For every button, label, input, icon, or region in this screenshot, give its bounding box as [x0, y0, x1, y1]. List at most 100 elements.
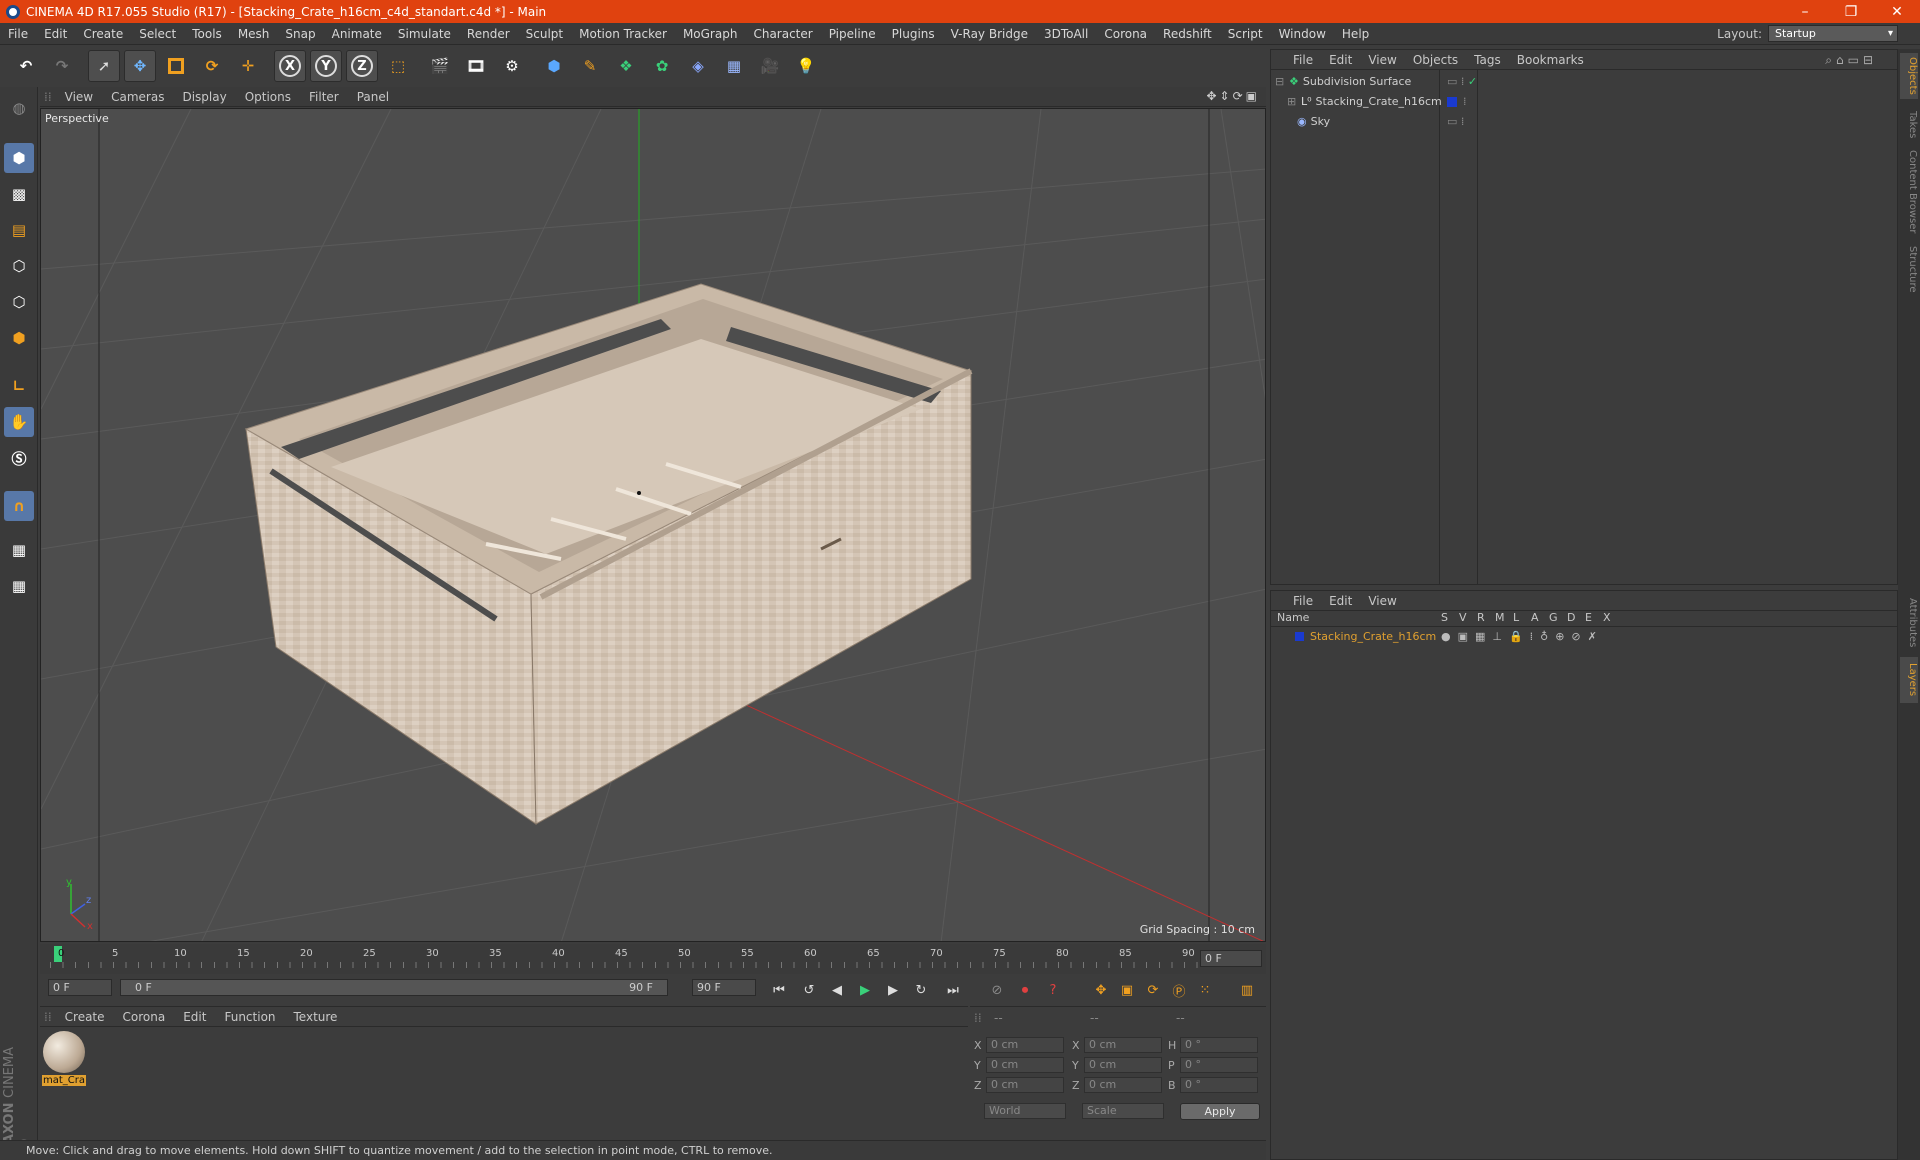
object-row[interactable]: ◉ Sky ▭ ⁞ [1271, 112, 1897, 131]
key-position-icon[interactable]: ✥ [1090, 979, 1112, 1001]
material-menu-function[interactable]: Function [215, 1010, 284, 1024]
locked-workplane-icon[interactable]: ▦ [4, 535, 34, 565]
layer-menu-edit[interactable]: Edit [1321, 594, 1360, 608]
viewport-nav-icons[interactable]: ✥⇕⟳▣ [1206, 89, 1260, 103]
viewport-menu-filter[interactable]: Filter [300, 90, 348, 104]
minimize-button[interactable]: – [1782, 0, 1828, 23]
viewport-menu-options[interactable]: Options [236, 90, 300, 104]
go-to-start-icon[interactable]: ⏮ [768, 979, 790, 1001]
menu-3dtoall[interactable]: 3DToAll [1036, 27, 1096, 41]
next-frame-icon[interactable]: ▶ [882, 979, 904, 1001]
rotation-h-field[interactable]: 0 ° [1180, 1037, 1258, 1053]
record-keys-icon[interactable]: ⊘ [986, 979, 1008, 1001]
camera-icon[interactable]: 🎥 [754, 50, 786, 82]
layer-menu-file[interactable]: File [1285, 594, 1321, 608]
material-menu-corona[interactable]: Corona [114, 1010, 175, 1024]
frame-range-slider[interactable]: 0 F 90 F [120, 979, 668, 996]
polygons-mode-icon[interactable]: ⬢ [4, 323, 34, 353]
subdivision-icon[interactable]: ❖ [610, 50, 642, 82]
object-menu-tags[interactable]: Tags [1466, 53, 1509, 67]
object-row[interactable]: ⊞ L⁰ Stacking_Crate_h16cm ⁞ [1271, 92, 1897, 111]
prev-key-icon[interactable]: ↺ [798, 979, 820, 1001]
pen-spline-icon[interactable]: ✎ [574, 50, 606, 82]
menu-snap[interactable]: Snap [277, 27, 323, 41]
current-frame-field[interactable]: 0 F [1200, 950, 1262, 967]
layer-color-swatch[interactable] [1295, 631, 1304, 641]
object-search-icon[interactable]: ⌕⌂▭⊟ [1825, 53, 1877, 68]
floor-icon[interactable]: ▦ [718, 50, 750, 82]
transform-icon[interactable]: ✛ [232, 50, 264, 82]
autokey-icon[interactable]: ⏺ [1014, 979, 1036, 1001]
apply-button[interactable]: Apply [1180, 1103, 1260, 1120]
layer-toggle-icons[interactable]: ●▣▦⊥🔒⁞♁⊕⊘✗ [1441, 630, 1604, 643]
undo-icon[interactable]: ↶ [10, 50, 42, 82]
coord-scale-select[interactable]: Scale [1082, 1103, 1164, 1119]
end-frame-field[interactable]: 90 F [692, 979, 756, 996]
key-rotation-icon[interactable]: ⟳ [1142, 979, 1164, 1001]
menu-render[interactable]: Render [459, 27, 518, 41]
redo-icon[interactable]: ↷ [46, 50, 78, 82]
play-icon[interactable]: ▶ [854, 979, 876, 1001]
menu-mesh[interactable]: Mesh [230, 27, 278, 41]
key-param-icon[interactable]: Ⓟ [1168, 979, 1190, 1001]
model-mode-icon[interactable]: ⬢ [4, 143, 34, 173]
tab-layers[interactable]: Layers [1900, 657, 1918, 703]
cloner-icon[interactable]: ✿ [646, 50, 678, 82]
make-editable-icon[interactable]: ◍ [4, 93, 34, 123]
menu-corona[interactable]: Corona [1096, 27, 1155, 41]
object-visibility-dots[interactable]: ▭ ⁞ ✓ [1447, 75, 1477, 88]
key-pla-icon[interactable]: ⁙ [1194, 979, 1216, 1001]
restore-button[interactable]: ❐ [1828, 0, 1874, 23]
viewport-menu-panel[interactable]: Panel [348, 90, 398, 104]
planar-workplane-icon[interactable]: ▦ [4, 571, 34, 601]
timeline[interactable]: 0 5 10 15 20 25 30 35 40 45 50 55 60 65 … [40, 944, 1266, 974]
object-menu-objects[interactable]: Objects [1405, 53, 1466, 67]
viewport-menu-display[interactable]: Display [173, 90, 235, 104]
layer-color-swatch[interactable] [1447, 96, 1457, 107]
menu-select[interactable]: Select [131, 27, 184, 41]
prev-frame-icon[interactable]: ◀ [826, 979, 848, 1001]
stacking-crate-model[interactable] [244, 283, 973, 825]
deformer-icon[interactable]: ◈ [682, 50, 714, 82]
size-z-field[interactable]: 0 cm [1084, 1077, 1162, 1093]
scale-icon[interactable] [160, 50, 192, 82]
3d-viewport[interactable]: Perspective y z x Grid Spacing : 10 cm [40, 108, 1266, 942]
y-axis-lock-icon[interactable]: Y [310, 50, 342, 82]
viewport-menu-view[interactable]: View [56, 90, 102, 104]
object-menu-bookmarks[interactable]: Bookmarks [1509, 53, 1592, 67]
edges-mode-icon[interactable]: ⬡ [4, 287, 34, 317]
layer-menu-view[interactable]: View [1360, 594, 1404, 608]
menu-motion-tracker[interactable]: Motion Tracker [571, 27, 675, 41]
menu-animate[interactable]: Animate [324, 27, 390, 41]
material-thumbnail[interactable]: mat_Cra [42, 1031, 86, 1089]
menu-vray-bridge[interactable]: V-Ray Bridge [943, 27, 1036, 41]
viewport-menu-cameras[interactable]: Cameras [102, 90, 173, 104]
snap-icon[interactable]: Ⓢ [4, 443, 34, 473]
render-settings-icon[interactable]: ⚙ [496, 50, 528, 82]
menu-help[interactable]: Help [1334, 27, 1377, 41]
render-view-icon[interactable]: 🎬 [424, 50, 456, 82]
position-z-field[interactable]: 0 cm [986, 1077, 1064, 1093]
menu-file[interactable]: File [0, 27, 36, 41]
menu-script[interactable]: Script [1220, 27, 1271, 41]
tab-content-browser[interactable]: Content Browser [1900, 149, 1918, 235]
next-key-icon[interactable]: ↻ [910, 979, 932, 1001]
object-row[interactable]: ⊟ ❖ Subdivision Surface ▭ ⁞ ✓ [1271, 72, 1897, 91]
texture-mode-icon[interactable]: ▩ [4, 179, 34, 209]
timeline-window-icon[interactable]: ▥ [1236, 979, 1258, 1001]
cube-icon[interactable]: ⬢ [538, 50, 570, 82]
light-icon[interactable]: 💡 [790, 50, 822, 82]
keyframe-selection-icon[interactable]: ? [1042, 979, 1064, 1001]
rotate-icon[interactable]: ⟳ [196, 50, 228, 82]
object-menu-view[interactable]: View [1360, 53, 1404, 67]
render-picture-viewer-icon[interactable]: 🎞 [460, 50, 492, 82]
key-scale-icon[interactable]: ▣ [1116, 979, 1138, 1001]
move-icon[interactable]: ✥ [124, 50, 156, 82]
size-x-field[interactable]: 0 cm [1084, 1037, 1162, 1053]
material-menu-create[interactable]: Create [56, 1010, 114, 1024]
coordinate-system-icon[interactable]: ⬚ [382, 50, 414, 82]
layout-select[interactable]: Startup [1768, 25, 1898, 42]
object-menu-file[interactable]: File [1285, 53, 1321, 67]
go-to-end-icon[interactable]: ⏭ [942, 979, 964, 1001]
menu-edit[interactable]: Edit [36, 27, 75, 41]
